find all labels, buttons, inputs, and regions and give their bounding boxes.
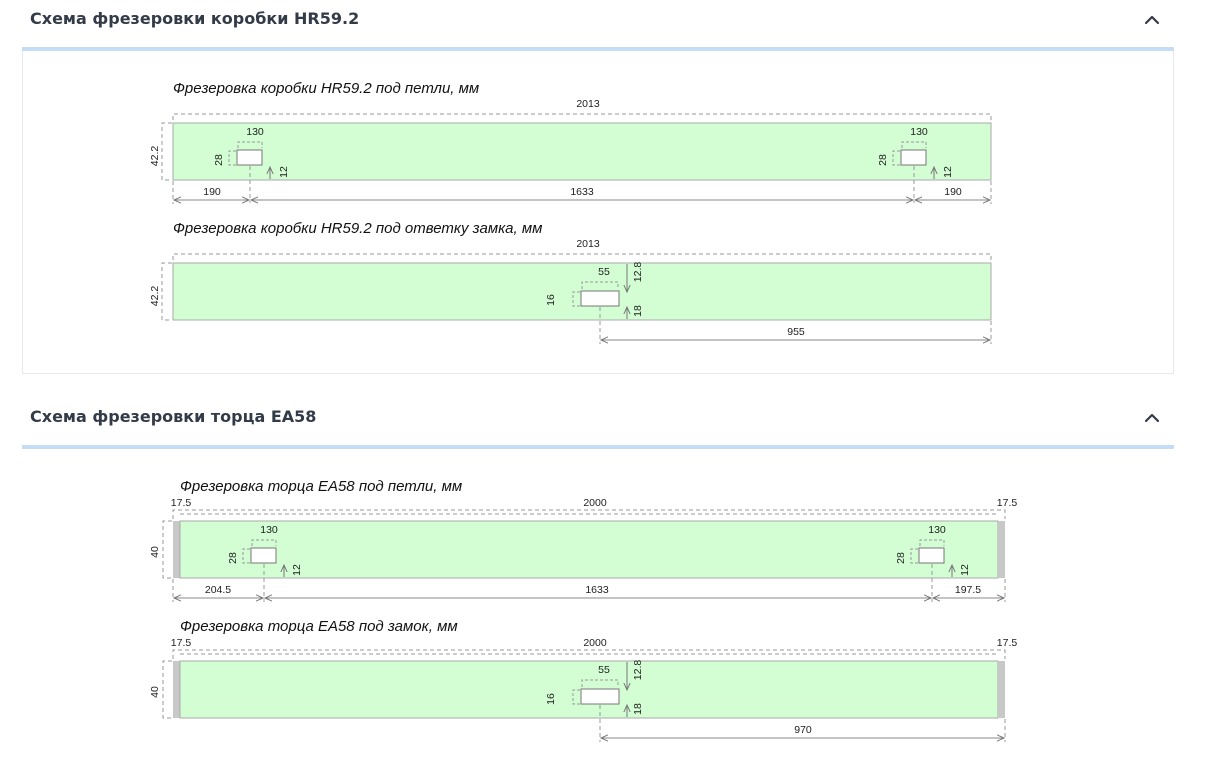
height-label: 40 — [149, 546, 161, 558]
end-right-label: 17.5 — [997, 497, 1018, 509]
diagram-hr592-hinges: Фрезеровка коробки HR59.2 под петли, мм … — [149, 80, 992, 204]
diagram-ea58-lock: Фрезеровка торца EA58 под замок, мм 17.5… — [149, 618, 1017, 742]
diagram-title: Фрезеровка торца EA58 под замок, мм — [180, 618, 458, 635]
dim-right-label: 197.5 — [955, 584, 981, 596]
hinge-offset-label: 12 — [959, 564, 971, 576]
diagrams-canvas: Фрезеровка коробки HR59.2 под петли, мм … — [149, 80, 1017, 742]
diagram-hr592-lock: Фрезеровка коробки HR59.2 под ответку за… — [149, 220, 992, 344]
end-cap-left — [173, 521, 180, 578]
end-right-label: 17.5 — [997, 637, 1018, 649]
end-cap-right — [998, 521, 1005, 578]
hinge-depth-label: 28 — [227, 552, 239, 564]
dim-lock-position-label: 970 — [794, 724, 812, 736]
dim-left-label: 190 — [203, 186, 221, 198]
total-length-label: 2000 — [583, 637, 607, 649]
chevron-up-icon[interactable] — [1142, 408, 1162, 428]
total-length-dim-line — [172, 113, 992, 120]
hinge-cutout — [900, 149, 927, 166]
hinge-cutout — [918, 547, 945, 564]
frame-board — [172, 122, 992, 181]
dim-middle-label: 1633 — [570, 186, 594, 198]
end-left-label: 17.5 — [171, 637, 192, 649]
section-divider — [22, 445, 1174, 449]
height-label: 42.2 — [149, 146, 161, 167]
dim-lock-position-label: 955 — [787, 326, 805, 338]
hinge-offset-label: 12 — [291, 564, 303, 576]
total-length-label: 2013 — [576, 98, 600, 110]
total-length-label: 2000 — [583, 497, 607, 509]
lock-cutout — [580, 290, 620, 307]
section-header-ea58[interactable]: Схема фрезеровки торца EA58 — [22, 398, 1174, 444]
lock-depth-label: 16 — [545, 693, 557, 705]
hinge-offset-label: 12 — [278, 166, 290, 178]
section-title: Схема фрезеровки торца EA58 — [30, 407, 317, 426]
lock-top-label: 12.8 — [632, 660, 644, 681]
hinge-offset-label: 12 — [942, 166, 954, 178]
height-label: 40 — [149, 686, 161, 698]
hinge-width-label: 130 — [928, 524, 946, 536]
hinge-depth-label: 28 — [895, 552, 907, 564]
dim-right-label: 190 — [944, 186, 962, 198]
hinge-width-label: 130 — [260, 524, 278, 536]
diagram-title: Фрезеровка коробки HR59.2 под петли, мм — [173, 80, 479, 97]
end-cap-right — [998, 661, 1005, 718]
hinge-cutout — [236, 149, 263, 166]
diagram-ea58-hinges: Фрезеровка торца EA58 под петли, мм 17.5… — [149, 478, 1017, 602]
hinge-cutout — [250, 547, 277, 564]
end-left-label: 17.5 — [171, 497, 192, 509]
end-cap-left — [173, 661, 180, 718]
lock-depth-label: 16 — [545, 294, 557, 306]
dim-middle-label: 1633 — [585, 584, 609, 596]
hinge-width-label: 130 — [910, 126, 928, 138]
hinge-depth-label: 28 — [213, 154, 225, 166]
total-length-label: 2013 — [576, 238, 600, 250]
diagram-title: Фрезеровка торца EA58 под петли, мм — [180, 478, 462, 495]
hinge-width-label: 130 — [246, 126, 264, 138]
diagram-title: Фрезеровка коробки HR59.2 под ответку за… — [173, 220, 542, 237]
dim-left-label: 204.5 — [205, 584, 231, 596]
height-dim-line — [161, 122, 172, 181]
lock-bottom-label: 18 — [632, 703, 644, 715]
lock-top-label: 12.8 — [632, 262, 644, 283]
lock-width-label: 55 — [598, 266, 610, 278]
lock-bottom-label: 18 — [632, 305, 644, 317]
lock-cutout — [580, 688, 620, 705]
hinge-depth-label: 28 — [877, 154, 889, 166]
height-label: 42.2 — [149, 286, 161, 307]
lock-width-label: 55 — [598, 664, 610, 676]
